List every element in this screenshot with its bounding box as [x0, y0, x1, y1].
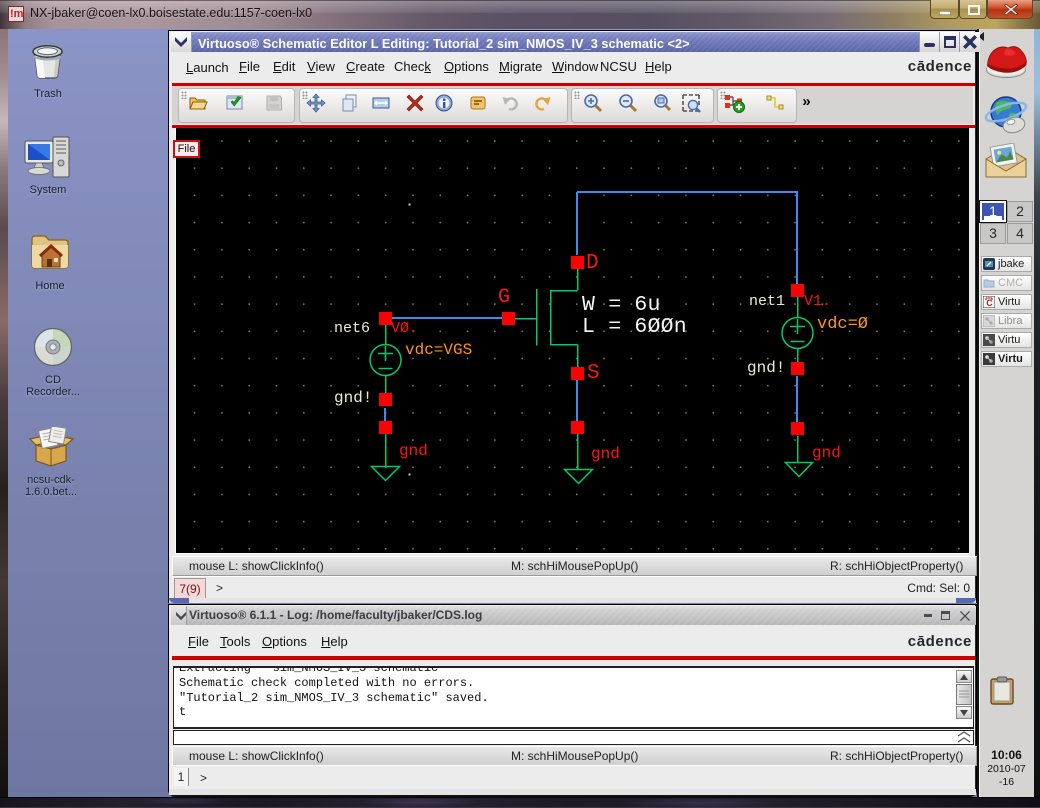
svg-text:C: C [986, 298, 993, 308]
